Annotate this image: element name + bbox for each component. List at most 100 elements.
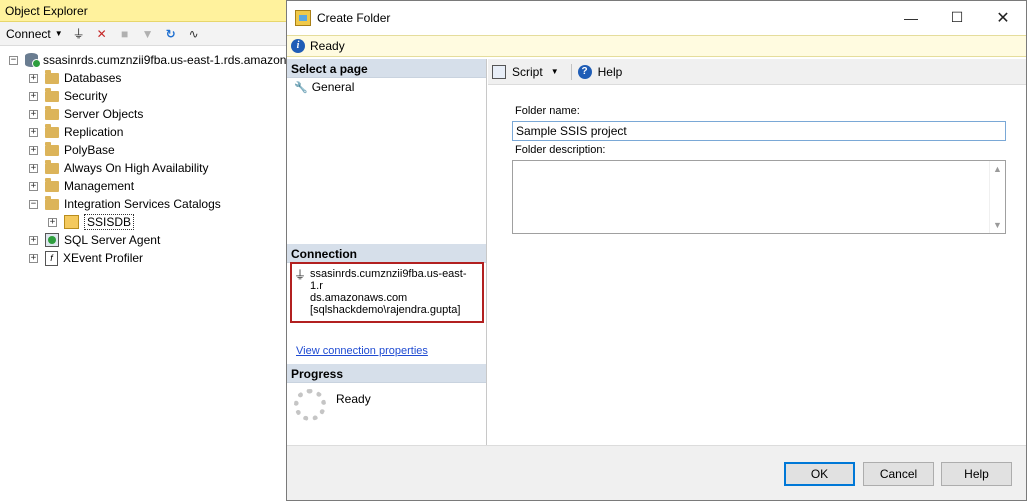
- connection-info: ⏚ ssasinrds.cumznzii9fba.us-east-1.r ds.…: [290, 262, 484, 323]
- tree-node-xevent-profiler[interactable]: + f XEvent Profiler: [29, 249, 143, 267]
- help-button[interactable]: Help: [941, 462, 1012, 486]
- disconnect-icon[interactable]: ✕: [95, 27, 109, 41]
- folder-icon: [45, 195, 59, 210]
- server-label: ssasinrds.cumznzii9fba.us-east-1.rds.ama…: [43, 53, 289, 67]
- script-icon[interactable]: [492, 64, 506, 79]
- catalog-icon: [64, 215, 79, 229]
- tree-node-integration-services[interactable]: − Integration Services Catalogs: [29, 195, 221, 213]
- expand-icon[interactable]: +: [29, 181, 38, 191]
- folder-icon: [45, 105, 59, 120]
- connect-plug-icon[interactable]: ⏚: [72, 27, 86, 41]
- server-icon: [25, 53, 41, 68]
- object-explorer-toolbar: Connect ▼ ⏚ ✕ ■ ▼ ↻ ∿: [0, 22, 289, 46]
- tree-node-databases[interactable]: + Databases: [29, 69, 121, 87]
- script-dropdown-icon[interactable]: ▼: [551, 67, 559, 76]
- folder-icon: [45, 159, 59, 174]
- collapse-icon[interactable]: −: [9, 55, 18, 65]
- connection-user: [sqlshackdemo\rajendra.gupta]: [310, 304, 461, 316]
- view-connection-properties-link[interactable]: View connection properties: [296, 345, 428, 357]
- dialog-left-pane: Select a page 🔧 General Connection ⏚ ssa…: [287, 59, 487, 445]
- tree-node-polybase[interactable]: + PolyBase: [29, 141, 115, 159]
- tree-node-label: SSISDB: [84, 214, 135, 230]
- activity-monitor-icon[interactable]: ∿: [187, 27, 201, 41]
- dialog-toolbar: Script ▼ ? Help: [488, 59, 1026, 85]
- tree-node-label: SQL Server Agent: [64, 233, 161, 247]
- folder-icon: [45, 87, 59, 102]
- agent-icon: [45, 233, 59, 247]
- tree-node-replication[interactable]: + Replication: [29, 123, 123, 141]
- folder-icon: [45, 69, 59, 84]
- connect-label: Connect: [6, 26, 51, 41]
- scroll-down-icon[interactable]: ▼: [993, 220, 1002, 230]
- stop-icon[interactable]: ■: [118, 27, 132, 41]
- tree-node-label: Integration Services Catalogs: [64, 197, 221, 211]
- tree-node-server[interactable]: − ssasinrds.cumznzii9fba.us-east-1.rds.a…: [9, 51, 289, 69]
- tree-node-sql-agent[interactable]: + SQL Server Agent: [29, 231, 160, 249]
- tree-node-ssisdb[interactable]: + SSISDB: [48, 213, 135, 231]
- expand-icon[interactable]: +: [29, 91, 38, 101]
- description-scrollbar[interactable]: ▲ ▼: [989, 161, 1005, 233]
- cancel-button[interactable]: Cancel: [863, 462, 934, 486]
- chevron-down-icon: ▼: [54, 29, 63, 38]
- tree-node-server-objects[interactable]: + Server Objects: [29, 105, 143, 123]
- help-icon[interactable]: ?: [577, 64, 592, 79]
- select-page-header: Select a page: [287, 59, 486, 78]
- folder-icon: [45, 141, 59, 156]
- minimize-button[interactable]: —: [888, 1, 934, 34]
- collapse-icon[interactable]: −: [29, 199, 38, 209]
- scroll-up-icon[interactable]: ▲: [993, 164, 1002, 174]
- status-text: Ready: [310, 39, 345, 53]
- help-toolbar-button[interactable]: Help: [598, 65, 623, 79]
- expand-icon[interactable]: +: [29, 235, 38, 245]
- tree-node-management[interactable]: + Management: [29, 177, 134, 195]
- expand-icon[interactable]: +: [29, 145, 38, 155]
- tree-node-label: Server Objects: [64, 107, 144, 121]
- connect-button[interactable]: Connect ▼: [6, 27, 63, 41]
- progress-area: Ready: [294, 389, 371, 421]
- tree-node-security[interactable]: + Security: [29, 87, 107, 105]
- tree-node-label: Management: [64, 179, 135, 193]
- create-folder-dialog: Create Folder — ☐ ✕ i Ready Select a pag…: [286, 0, 1027, 501]
- expand-icon[interactable]: +: [29, 109, 38, 119]
- filter-icon[interactable]: ▼: [141, 27, 155, 41]
- expand-icon[interactable]: +: [29, 127, 38, 137]
- expand-icon[interactable]: +: [29, 73, 38, 83]
- progress-status: Ready: [336, 392, 371, 406]
- expand-icon[interactable]: +: [29, 163, 38, 173]
- tree-node-label: Security: [64, 89, 108, 103]
- progress-header: Progress: [287, 364, 486, 383]
- tree-node-label: Replication: [64, 125, 124, 139]
- xevent-icon: f: [45, 250, 58, 266]
- refresh-icon[interactable]: ↻: [164, 27, 178, 41]
- script-button[interactable]: Script: [512, 65, 543, 79]
- expand-icon[interactable]: +: [48, 217, 57, 227]
- dialog-right-pane: Script ▼ ? Help Folder name: Folder desc…: [488, 59, 1026, 445]
- status-bar: i Ready: [287, 35, 1026, 57]
- info-icon: i: [291, 39, 305, 53]
- connection-server-line1: ssasinrds.cumznzii9fba.us-east-1.r: [310, 268, 467, 292]
- object-explorer-title: Object Explorer: [0, 0, 289, 22]
- page-item-general[interactable]: 🔧 General: [287, 78, 486, 96]
- dialog-button-bar: OK Cancel Help: [287, 445, 1026, 500]
- tree-node-label: XEvent Profiler: [63, 251, 144, 265]
- connection-server-line2: ds.amazonaws.com: [310, 292, 408, 304]
- wrench-icon: 🔧: [294, 81, 308, 94]
- toolbar-separator: [570, 63, 572, 80]
- tree-node-label: Always On High Availability: [64, 161, 209, 175]
- tree-node-label: PolyBase: [64, 143, 115, 157]
- folder-icon: [45, 177, 59, 192]
- window-controls: — ☐ ✕: [888, 1, 1026, 34]
- progress-spinner-icon: [294, 389, 326, 421]
- folder-description-input[interactable]: ▲ ▼: [512, 160, 1006, 234]
- tree-node-always-on[interactable]: + Always On High Availability: [29, 159, 209, 177]
- ok-button[interactable]: OK: [784, 462, 855, 486]
- close-button[interactable]: ✕: [980, 1, 1026, 34]
- maximize-button[interactable]: ☐: [934, 1, 980, 34]
- connection-header: Connection: [287, 244, 486, 263]
- folder-name-input[interactable]: [512, 121, 1006, 141]
- dialog-titlebar[interactable]: Create Folder — ☐ ✕: [287, 1, 1026, 34]
- dialog-title: Create Folder: [317, 10, 391, 25]
- folder-description-label: Folder description:: [515, 144, 606, 156]
- tree-node-label: Databases: [64, 71, 122, 85]
- expand-icon[interactable]: +: [29, 253, 38, 263]
